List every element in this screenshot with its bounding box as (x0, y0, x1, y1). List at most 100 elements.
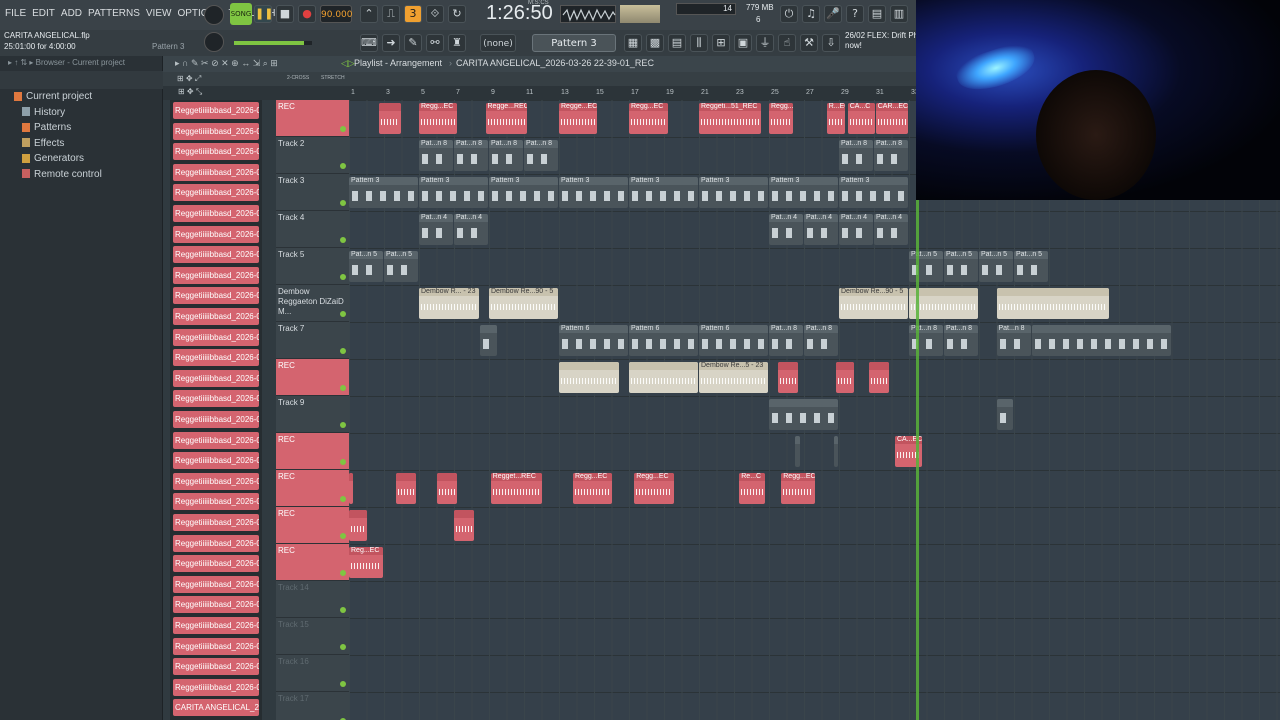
browser-icon[interactable]: ⊞ (712, 34, 730, 52)
clip-pat[interactable]: Pat...n 4 (839, 214, 873, 245)
channel-select[interactable]: (none) (480, 34, 516, 52)
clip-pat[interactable]: Pat...n 8 (454, 140, 488, 171)
link-icon[interactable]: ⚯ (426, 34, 444, 52)
menu-file[interactable]: FILE (2, 0, 29, 28)
countdown-icon[interactable]: 3 (404, 5, 422, 23)
clip-pat[interactable]: Pat...n 5 (979, 251, 1013, 282)
clip-pat[interactable]: Pat...n 8 (874, 140, 908, 171)
clip-pat[interactable]: Pat...n 5 (384, 251, 418, 282)
track-mute-led[interactable] (340, 385, 346, 391)
mixer-icon[interactable]: ⫼ (690, 34, 708, 52)
clip-dembow[interactable]: Dembow Re...90 - 5 (839, 288, 908, 319)
pause-button[interactable]: ❚❚ (254, 5, 273, 23)
master-volume-slider[interactable] (234, 41, 312, 45)
loop-record-icon[interactable]: ↻ (448, 5, 466, 23)
touch-icon[interactable]: ☝ (778, 34, 796, 52)
clip-pat[interactable]: Pattern 6 (699, 325, 768, 356)
keyboard-icon[interactable]: ⌨ (360, 34, 378, 52)
pattern-item[interactable]: Reggetiiiiibbasd_2026-0... (173, 163, 259, 181)
clip-dembow[interactable]: Dembow Re...5 - 23 (699, 362, 768, 393)
track-header[interactable]: REC (276, 470, 349, 507)
song-mode-toggle[interactable]: SONG (230, 3, 252, 25)
clip-audio[interactable] (777, 362, 798, 393)
pattern-item[interactable]: Reggetiiiiibbasd_2026-0... (173, 246, 259, 264)
undo-icon[interactable]: ⏻ (780, 5, 798, 23)
clip-pat[interactable]: Pat...n 5 (909, 251, 943, 282)
pattern-item[interactable]: Reggetiiiiibbasd_2026-0... (173, 369, 259, 387)
track-mute-led[interactable] (340, 496, 346, 502)
clip-pat[interactable]: Pat...n 8 (944, 325, 978, 356)
clip-audio[interactable] (349, 473, 353, 504)
clip-pat[interactable]: Pat...n 8 (996, 325, 1031, 356)
pattern-item[interactable]: Reggetiiiiibbasd_2026-0... (173, 534, 259, 552)
track-header[interactable]: Track 16 (276, 655, 349, 692)
clip-audio[interactable]: Reggeti...51_REC (699, 103, 761, 134)
track-header[interactable]: REC (276, 433, 349, 470)
clip-dembow[interactable]: Dembow Re...90 - 5 (489, 288, 558, 319)
pattern-item[interactable]: Reggetiiiiibbasd_2026-0... (173, 308, 259, 325)
pattern-item[interactable]: Reggetiiiiibbasd_2026-0... (173, 328, 259, 346)
clip-pat[interactable]: Pat...n 8 (489, 140, 523, 171)
channel-rack-icon[interactable]: ▩ (646, 34, 664, 52)
track-mute-led[interactable] (340, 681, 346, 687)
clip-pat[interactable] (795, 436, 800, 467)
pattern-item[interactable]: Reggetiiiiibbasd_2026-0... (173, 102, 259, 119)
pattern-item[interactable]: Reggetiiiiibbasd_2026-0... (173, 617, 259, 634)
clip-audio[interactable]: Regg...EC (419, 103, 457, 134)
plug-icon[interactable]: ⏚ (756, 34, 774, 52)
browser-item-3[interactable]: Effects (22, 137, 64, 151)
track-header[interactable]: Track 5 (276, 248, 349, 285)
clip-pat[interactable]: Pattern 3 (629, 177, 698, 208)
clip-pat[interactable]: Pat...n 4 (419, 214, 453, 245)
clip-pat[interactable]: Pat...n 8 (524, 140, 558, 171)
clip-pat[interactable]: Pattern 3 (489, 177, 558, 208)
clip-pat[interactable]: Pat...n 4 (454, 214, 488, 245)
track-header[interactable]: Track 17 (276, 692, 349, 720)
pattern-item[interactable]: Reggetiiiiibbasd_2026-0... (173, 411, 259, 428)
clip-pat[interactable]: Pattern 6 (629, 325, 698, 356)
view-icons[interactable]: ⊞ ✥ ⤢ (177, 74, 201, 84)
clip-audio[interactable] (436, 473, 457, 504)
clip-pat[interactable]: Pattern 3 (419, 177, 488, 208)
clip-pat[interactable] (1031, 325, 1171, 356)
clip-audio[interactable]: Regge...REC (485, 103, 527, 134)
track-mute-led[interactable] (340, 311, 346, 317)
clip-dembow[interactable]: Dembow R... - 23 (419, 288, 480, 319)
pattern-item[interactable]: Reggetiiiiibbasd_2026-0... (173, 266, 259, 284)
clip-pat[interactable]: Pat...n 8 (769, 325, 803, 356)
master-pitch-knob[interactable] (204, 32, 224, 52)
clip-pat[interactable]: Pat...n 5 (349, 251, 383, 282)
clip-pat[interactable]: Pattern 3 (699, 177, 768, 208)
pattern-list-icons[interactable]: ⊞ ✥ ⤡ (178, 87, 202, 97)
track-header[interactable]: REC (276, 359, 349, 396)
pattern-item[interactable]: Reggetiiiiibbasd_2026-0... (173, 637, 259, 655)
pattern-item[interactable]: Reggetiiiiibbasd_2026-0... (173, 514, 259, 531)
export-icon[interactable]: ▥ (890, 5, 908, 23)
clip-pat[interactable]: Pattern 3 (349, 177, 418, 208)
clip-pat[interactable]: Pattern 3 (769, 177, 838, 208)
save-icon[interactable]: ▤ (868, 5, 886, 23)
tool-icon[interactable]: ✎ (404, 34, 422, 52)
track-mute-led[interactable] (340, 200, 346, 206)
piano-roll-icon[interactable]: ▤ (668, 34, 686, 52)
browser-item-1[interactable]: History (22, 106, 65, 120)
clip-pat[interactable]: Pat...n 5 (1014, 251, 1048, 282)
metronome-icon[interactable]: ⌃ (360, 5, 378, 23)
clip-audio[interactable]: Regg...EC (573, 473, 613, 504)
clip-audio[interactable] (868, 362, 889, 393)
track-mute-led[interactable] (340, 237, 346, 243)
clip-audio[interactable] (378, 103, 401, 134)
clip-pat[interactable]: Pat...n 4 (874, 214, 908, 245)
clip-audio[interactable] (835, 362, 854, 393)
stamp-icon[interactable]: ♜ (448, 34, 466, 52)
track-mute-led[interactable] (340, 459, 346, 465)
plugin-icon[interactable]: ▣ (734, 34, 752, 52)
clip-pat[interactable] (996, 399, 1013, 430)
midi-icon[interactable]: ♫ (802, 5, 820, 23)
track-mute-led[interactable] (340, 348, 346, 354)
clip-audio[interactable]: CA...C (847, 103, 875, 134)
clip-pat[interactable]: Pat...n 8 (839, 140, 873, 171)
track-mute-led[interactable] (340, 533, 346, 539)
pattern-song-knob[interactable] (204, 5, 224, 25)
clip-audio[interactable]: CAR...EC (875, 103, 908, 134)
